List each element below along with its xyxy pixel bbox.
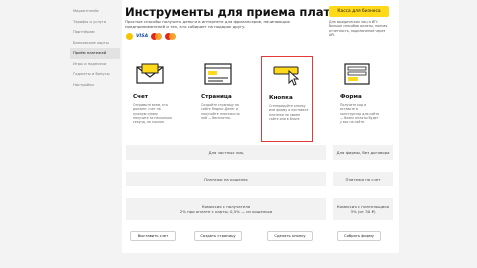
build-form-button[interactable]: Собрать форму [337,231,381,241]
card-description: Получите код и вставьте в конструктор дл… [340,103,380,125]
card-description: Создайте страницу на сайте Яндекс.Денег … [201,103,240,120]
row-businesses: Для фирмы, без договора [333,145,393,160]
sidebar-item-bank-cards[interactable]: Банковские карты [70,38,120,49]
row-commission-recipient: Комиссия с получателя 2% при оплате с ка… [126,198,326,220]
card-title: Кнопка [269,95,293,101]
create-page-button[interactable]: Создать страницу [194,231,242,241]
business-cashbox-button[interactable]: Касса для бизнеса [329,6,389,17]
make-button-button[interactable]: Сделать кнопку [267,231,313,241]
form-icon [344,63,370,85]
card-title: Счет [133,94,148,100]
sidebar-item-settings[interactable]: Настройки [70,80,120,91]
sidebar-item-payments[interactable]: Приём платежей [70,48,120,59]
card-forma[interactable]: Форма Получите код и вставьте в конструк… [333,56,385,142]
sidebar-nav: Маркетплейс Тарифы и услуги Партнёрам Ба… [70,6,120,90]
mastercard-icon [151,33,163,40]
card-description: Отправьте всем, кто должен: счет на нужн… [133,103,172,125]
card-schet[interactable]: Счет Отправьте всем, кто должен: счет на… [126,56,178,142]
pay-button-icon [273,66,300,86]
issue-bill-button[interactable]: Выставить счет [130,231,176,241]
card-knopka[interactable]: Кнопка Сгенерируйте кнопку или форму и п… [261,56,313,142]
row-wallet-payments: Платежи на кошелек [126,172,326,186]
business-description: Для юридических лиц и ИП: больше способо… [329,20,388,38]
row-account-payments: Платежи на счет [333,172,393,186]
card-description: Сгенерируйте кнопку или форму и поставьт… [269,104,309,121]
webpage-icon [204,63,232,85]
row-commission-payer: Комиссия с плательщика 3% (от 30 ₽) [333,198,393,220]
page: Маркетплейс Тарифы и услуги Партнёрам Ба… [0,0,477,268]
payment-methods: VISA [126,32,177,41]
sidebar-item-gadgets[interactable]: Гаджеты и бонусы [70,69,120,80]
sidebar-item-partners[interactable]: Партнёрам [70,27,120,38]
card-title: Страница [201,94,232,100]
sidebar-item-games[interactable]: Игры и подписки [70,59,120,70]
card-stranitsa[interactable]: Страница Создайте страницу на сайте Янде… [194,56,246,142]
yandex-money-icon [126,33,133,40]
visa-icon: VISA [136,34,149,39]
sidebar-item-tariffs[interactable]: Тарифы и услуги [70,17,120,28]
card-title: Форма [340,94,362,100]
row-individuals: Для частных лиц [126,145,326,160]
mir-icon [165,33,177,40]
sidebar-item-marketplace[interactable]: Маркетплейс [70,6,120,17]
page-subtitle: Простые способы получить деньги в интерн… [125,19,290,29]
envelope-icon [136,63,164,84]
